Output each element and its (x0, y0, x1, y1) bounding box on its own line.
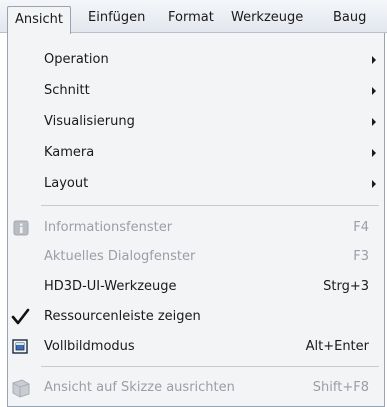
menu-item-label: Schnitt (44, 83, 90, 98)
menu-ansicht[interactable]: Ansicht (7, 6, 72, 34)
submenu-arrow-icon (372, 56, 376, 64)
menu-ansicht-label: Ansicht (15, 12, 64, 27)
menu-item-operation[interactable]: Operation (8, 47, 384, 73)
menu-separator (41, 205, 379, 206)
menu-bar: Ansicht Einfügen Format Werkzeuge Baug (0, 0, 387, 34)
menu-item-shortcut: Alt+Enter (305, 339, 369, 354)
menu-item-label: Informationsfenster (44, 220, 173, 235)
menu-item-hd3d-ui-werkzeuge[interactable]: HD3D-UI-Werkzeuge Strg+3 (8, 274, 384, 300)
menu-item-shortcut: F3 (353, 249, 369, 264)
menu-baug[interactable]: Baug (326, 6, 373, 30)
menu-item-aktuelles-dialogfenster[interactable]: Aktuelles Dialogfenster F3 (8, 244, 384, 270)
menu-einfuegen[interactable]: Einfügen (81, 6, 152, 30)
menu-item-shortcut: Shift+F8 (312, 380, 369, 395)
ansicht-dropdown-menu: Operation Schnitt Visualisierung Kamera … (7, 33, 385, 407)
menu-item-informationsfenster[interactable]: Informationsfenster F4 (8, 215, 384, 241)
menu-item-schnitt[interactable]: Schnitt (8, 78, 384, 104)
menu-item-shortcut: F4 (353, 220, 369, 235)
submenu-arrow-icon (372, 118, 376, 126)
menu-format-label: Format (168, 10, 214, 25)
menu-item-kamera[interactable]: Kamera (8, 140, 384, 166)
submenu-arrow-icon (372, 149, 376, 157)
menu-separator (41, 366, 379, 367)
menu-werkzeuge-label: Werkzeuge (231, 10, 304, 25)
menu-item-vollbildmodus[interactable]: Vollbildmodus Alt+Enter (8, 334, 384, 360)
menu-item-layout[interactable]: Layout (8, 171, 384, 197)
menu-item-label: Layout (44, 176, 89, 191)
menu-format[interactable]: Format (161, 6, 221, 30)
menu-werkzeuge[interactable]: Werkzeuge (224, 6, 310, 30)
menu-item-label: HD3D-UI-Werkzeuge (44, 279, 177, 294)
checkmark-icon (8, 304, 36, 330)
menu-einfuegen-label: Einfügen (88, 10, 146, 25)
menu-item-ressourcenleiste-zeigen[interactable]: Ressourcenleiste zeigen (8, 304, 384, 330)
menu-item-label: Vollbildmodus (44, 339, 135, 354)
submenu-arrow-icon (372, 180, 376, 188)
menu-item-label: Visualisierung (44, 114, 135, 129)
menu-item-shortcut: Strg+3 (323, 279, 369, 294)
menu-item-label: Aktuelles Dialogfenster (44, 249, 196, 264)
menu-baug-label: Baug (333, 10, 367, 25)
menu-item-label: Kamera (44, 145, 95, 160)
menu-item-visualisierung[interactable]: Visualisierung (8, 109, 384, 135)
info-icon (8, 215, 36, 241)
menu-item-label: Ansicht auf Skizze ausrichten (44, 380, 235, 395)
align-to-sketch-icon (8, 375, 36, 401)
fullscreen-icon (8, 334, 36, 360)
menu-item-label: Ressourcenleiste zeigen (44, 309, 201, 324)
menu-item-ansicht-auf-skizze-ausrichten[interactable]: Ansicht auf Skizze ausrichten Shift+F8 (8, 375, 384, 401)
menu-item-label: Operation (44, 52, 109, 67)
submenu-arrow-icon (372, 87, 376, 95)
